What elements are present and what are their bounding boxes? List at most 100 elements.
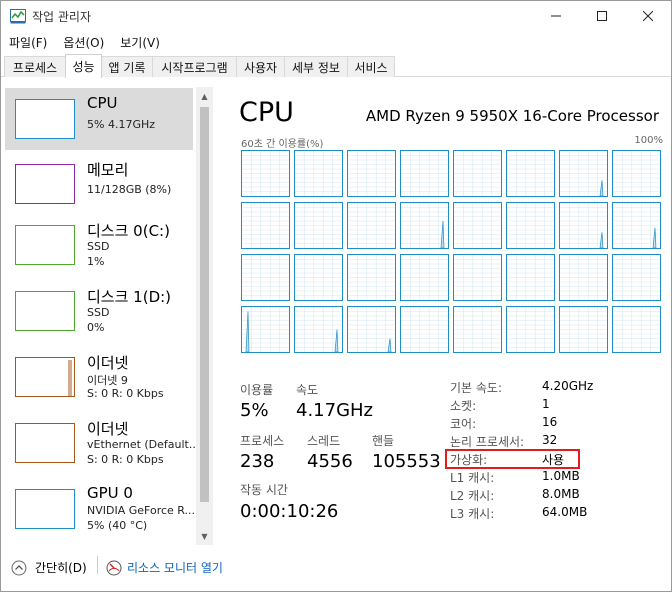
core-graph <box>559 254 608 301</box>
core-grid-lines <box>401 255 448 300</box>
processes-value: 238 <box>240 451 275 472</box>
core-grid-lines <box>613 307 660 352</box>
core-grid-lines <box>507 151 554 196</box>
core-grid-lines <box>295 151 342 196</box>
uptime-label: 작동 시간 <box>240 483 288 497</box>
sidebar-item-detail: NVIDIA GeForce R... <box>87 504 196 517</box>
handles-value: 105553 <box>372 451 441 472</box>
sidebar-item-detail: 11/128GB (8%) <box>87 183 172 196</box>
cpu-thumbnail-graph <box>15 99 75 139</box>
core-grid-lines <box>560 203 607 248</box>
ethernet-2-thumbnail-graph <box>15 423 75 463</box>
menu-view[interactable]: 보기(V) <box>112 31 168 53</box>
tab-processes[interactable]: 프로세스 <box>4 56 66 77</box>
tab-app-history[interactable]: 앱 기록 <box>101 56 153 77</box>
core-grid-lines <box>613 203 660 248</box>
info-value: 1.0MB <box>542 469 580 483</box>
ethernet-1-thumbnail-graph <box>15 357 75 397</box>
info-value: 64.0MB <box>542 505 588 519</box>
core-grid-lines <box>613 255 660 300</box>
core-grid-lines <box>348 307 395 352</box>
sidebar-item-detail: SSD <box>87 306 110 319</box>
sidebar-item-name: 이더넷 <box>87 354 129 372</box>
sidebar-item-disk-1[interactable]: 디스크 1(D:) SSD 0% <box>5 280 193 342</box>
tab-users[interactable]: 사용자 <box>236 56 285 77</box>
footer-divider <box>97 556 98 574</box>
core-grid-lines <box>295 307 342 352</box>
tab-services[interactable]: 서비스 <box>347 56 395 77</box>
tab-strip: 프로세스 성능 앱 기록 시작프로그램 사용자 세부 정보 서비스 <box>1 54 671 78</box>
sidebar-scrollbar[interactable]: ▲ ▼ <box>196 87 213 545</box>
memory-thumbnail-graph <box>15 164 75 204</box>
menu-file[interactable]: 파일(F) <box>1 31 55 53</box>
speed-value: 4.17GHz <box>296 400 374 421</box>
close-icon <box>643 11 653 21</box>
sidebar-item-name: 메모리 <box>87 161 129 179</box>
core-grid-lines <box>348 203 395 248</box>
sidebar-item-ethernet-1[interactable]: 이더넷 이더넷 9 S: 0 R: 0 Kbps <box>5 346 193 408</box>
core-graph <box>400 306 449 353</box>
menu-options[interactable]: 옵션(O) <box>55 31 112 53</box>
cpu-model-name: AMD Ryzen 9 5950X 16-Core Processor <box>365 107 659 125</box>
sidebar-item-name: 디스크 0(C:) <box>87 222 170 240</box>
info-label: L3 캐시: <box>450 507 495 521</box>
sidebar-item-detail-2: S: 0 R: 0 Kbps <box>87 387 164 400</box>
close-button[interactable] <box>625 1 671 31</box>
scroll-down-icon[interactable]: ▼ <box>196 529 213 543</box>
core-grid-lines <box>454 307 501 352</box>
resource-monitor-link[interactable]: 리소스 모니터 열기 <box>106 559 223 576</box>
core-graph <box>400 150 449 197</box>
virtualization-highlight-box <box>445 449 580 469</box>
core-graph <box>453 150 502 197</box>
core-grid-lines <box>295 203 342 248</box>
info-label: 논리 프로세서: <box>450 435 525 449</box>
scroll-up-icon[interactable]: ▲ <box>196 89 213 103</box>
core-grid-lines <box>401 307 448 352</box>
info-label: 기본 속도: <box>450 381 503 395</box>
page-title: CPU <box>239 97 294 128</box>
core-graph <box>612 254 661 301</box>
core-graph <box>241 202 290 249</box>
info-value: 4.20GHz <box>542 379 594 393</box>
sidebar-item-disk-0[interactable]: 디스크 0(C:) SSD 1% <box>5 214 193 276</box>
sidebar-item-memory[interactable]: 메모리 11/128GB (8%) <box>5 153 193 215</box>
core-graph <box>453 202 502 249</box>
resource-monitor-icon <box>106 560 122 575</box>
core-graph <box>241 150 290 197</box>
maximize-button[interactable] <box>579 1 625 31</box>
core-graph <box>506 150 555 197</box>
sidebar-item-name: GPU 0 <box>87 484 133 502</box>
core-grid-lines <box>295 255 342 300</box>
collapse-button[interactable]: 간단히(D) <box>11 559 87 576</box>
core-graph <box>294 150 343 197</box>
core-graph <box>612 202 661 249</box>
ethernet-1-spike <box>68 360 72 396</box>
tab-details[interactable]: 세부 정보 <box>284 56 348 77</box>
sidebar-item-ethernet-2[interactable]: 이더넷 vEthernet (Default... S: 0 R: 0 Kbps <box>5 412 199 474</box>
core-graph <box>506 306 555 353</box>
resource-sidebar: CPU 5% 4.17GHz 메모리 11/128GB (8%) 디스크 0(C… <box>2 85 215 545</box>
title-bar: 작업 관리자 <box>1 1 671 31</box>
core-grid-lines <box>507 307 554 352</box>
minimize-button[interactable] <box>533 1 579 31</box>
core-graph <box>347 202 396 249</box>
core-grid-lines <box>348 151 395 196</box>
info-value: 1 <box>542 397 550 411</box>
info-value: 16 <box>542 415 558 429</box>
scrollbar-thumb[interactable] <box>200 107 209 502</box>
graph-max-label: 100% <box>634 135 663 146</box>
tab-startup[interactable]: 시작프로그램 <box>152 56 237 77</box>
sidebar-item-gpu-0[interactable]: GPU 0 NVIDIA GeForce R... 5% (40 °C) <box>5 478 196 540</box>
info-label: 코어: <box>450 417 477 431</box>
info-value: 8.0MB <box>542 487 580 501</box>
disk-1-thumbnail-graph <box>15 291 75 331</box>
core-grid-lines <box>560 255 607 300</box>
threads-label: 스레드 <box>307 434 341 448</box>
core-grid-lines <box>242 255 289 300</box>
sidebar-item-cpu[interactable]: CPU 5% 4.17GHz <box>5 88 193 150</box>
core-graph <box>506 202 555 249</box>
menu-bar: 파일(F) 옵션(O) 보기(V) <box>1 31 671 53</box>
footer-bar: 간단히(D) 리소스 모니터 열기 <box>1 553 671 581</box>
tab-performance[interactable]: 성능 <box>65 54 102 78</box>
task-manager-window: 작업 관리자 파일(F) 옵션(O) 보기(V) 프로세스 성능 앱 기록 시작… <box>0 0 672 592</box>
